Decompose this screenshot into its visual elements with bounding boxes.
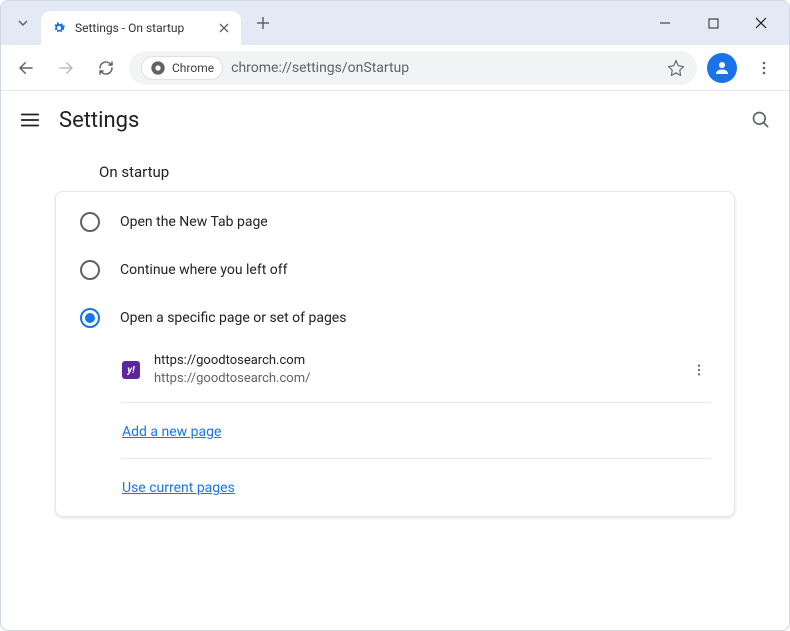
star-icon [667, 59, 685, 77]
settings-header: Settings [1, 91, 789, 149]
new-tab-button[interactable] [249, 9, 277, 37]
profile-icon [713, 59, 731, 77]
close-icon [755, 17, 767, 29]
browser-menu-button[interactable] [747, 51, 781, 85]
tab-dropdown-button[interactable] [9, 9, 37, 37]
minimize-icon [659, 17, 671, 29]
chrome-chip-label: Chrome [172, 61, 214, 75]
chevron-down-icon [17, 17, 29, 29]
startup-page-row: y! https://goodtosearch.com https://good… [56, 342, 734, 398]
add-page-link[interactable]: Add a new page [122, 424, 221, 440]
page-title: Settings [59, 108, 139, 133]
toolbar: Chrome chrome://settings/onStartup [1, 45, 789, 91]
maximize-button[interactable] [693, 7, 733, 39]
menu-button[interactable] [19, 109, 41, 131]
chrome-logo-icon [150, 60, 166, 76]
option-label: Open the New Tab page [120, 214, 268, 230]
divider [122, 458, 710, 459]
url-text: chrome://settings/onStartup [231, 60, 409, 76]
reload-button[interactable] [89, 51, 123, 85]
favicon-icon: y! [122, 361, 140, 379]
address-bar[interactable]: Chrome chrome://settings/onStartup [129, 51, 697, 85]
bookmark-button[interactable] [667, 59, 685, 77]
page-more-button[interactable] [688, 359, 710, 381]
option-label: Continue where you left off [120, 262, 288, 278]
reload-icon [97, 59, 115, 77]
plus-icon [256, 16, 270, 30]
option-specific-pages[interactable]: Open a specific page or set of pages [56, 294, 734, 342]
hamburger-icon [19, 109, 41, 131]
divider [122, 402, 710, 403]
close-icon [219, 23, 229, 33]
close-window-button[interactable] [741, 7, 781, 39]
radio-icon [80, 260, 100, 280]
gear-icon [51, 20, 67, 36]
startup-card: Open the New Tab page Continue where you… [55, 191, 735, 517]
more-vertical-icon [756, 60, 772, 76]
add-page-row: Add a new page [56, 407, 734, 454]
content-area: On startup Open the New Tab page Continu… [1, 149, 789, 630]
search-settings-button[interactable] [751, 110, 771, 130]
forward-button[interactable] [49, 51, 83, 85]
chrome-chip: Chrome [141, 56, 223, 80]
arrow-left-icon [17, 59, 35, 77]
tab-close-button[interactable] [217, 21, 231, 35]
profile-button[interactable] [707, 53, 737, 83]
page-title-text: https://goodtosearch.com [154, 352, 674, 370]
minimize-button[interactable] [645, 7, 685, 39]
section-title: On startup [99, 163, 769, 181]
option-label: Open a specific page or set of pages [120, 310, 346, 326]
back-button[interactable] [9, 51, 43, 85]
more-vertical-icon [692, 363, 706, 377]
browser-tab[interactable]: Settings - On startup [41, 11, 241, 45]
option-continue[interactable]: Continue where you left off [56, 246, 734, 294]
maximize-icon [708, 18, 719, 29]
radio-icon [80, 212, 100, 232]
search-icon [751, 110, 771, 130]
radio-selected-icon [80, 308, 100, 328]
titlebar: Settings - On startup [1, 1, 789, 45]
option-new-tab[interactable]: Open the New Tab page [56, 198, 734, 246]
use-current-row: Use current pages [56, 463, 734, 510]
arrow-right-icon [57, 59, 75, 77]
page-url-text: https://goodtosearch.com/ [154, 370, 674, 388]
tab-title: Settings - On startup [75, 21, 184, 35]
use-current-link[interactable]: Use current pages [122, 480, 235, 496]
